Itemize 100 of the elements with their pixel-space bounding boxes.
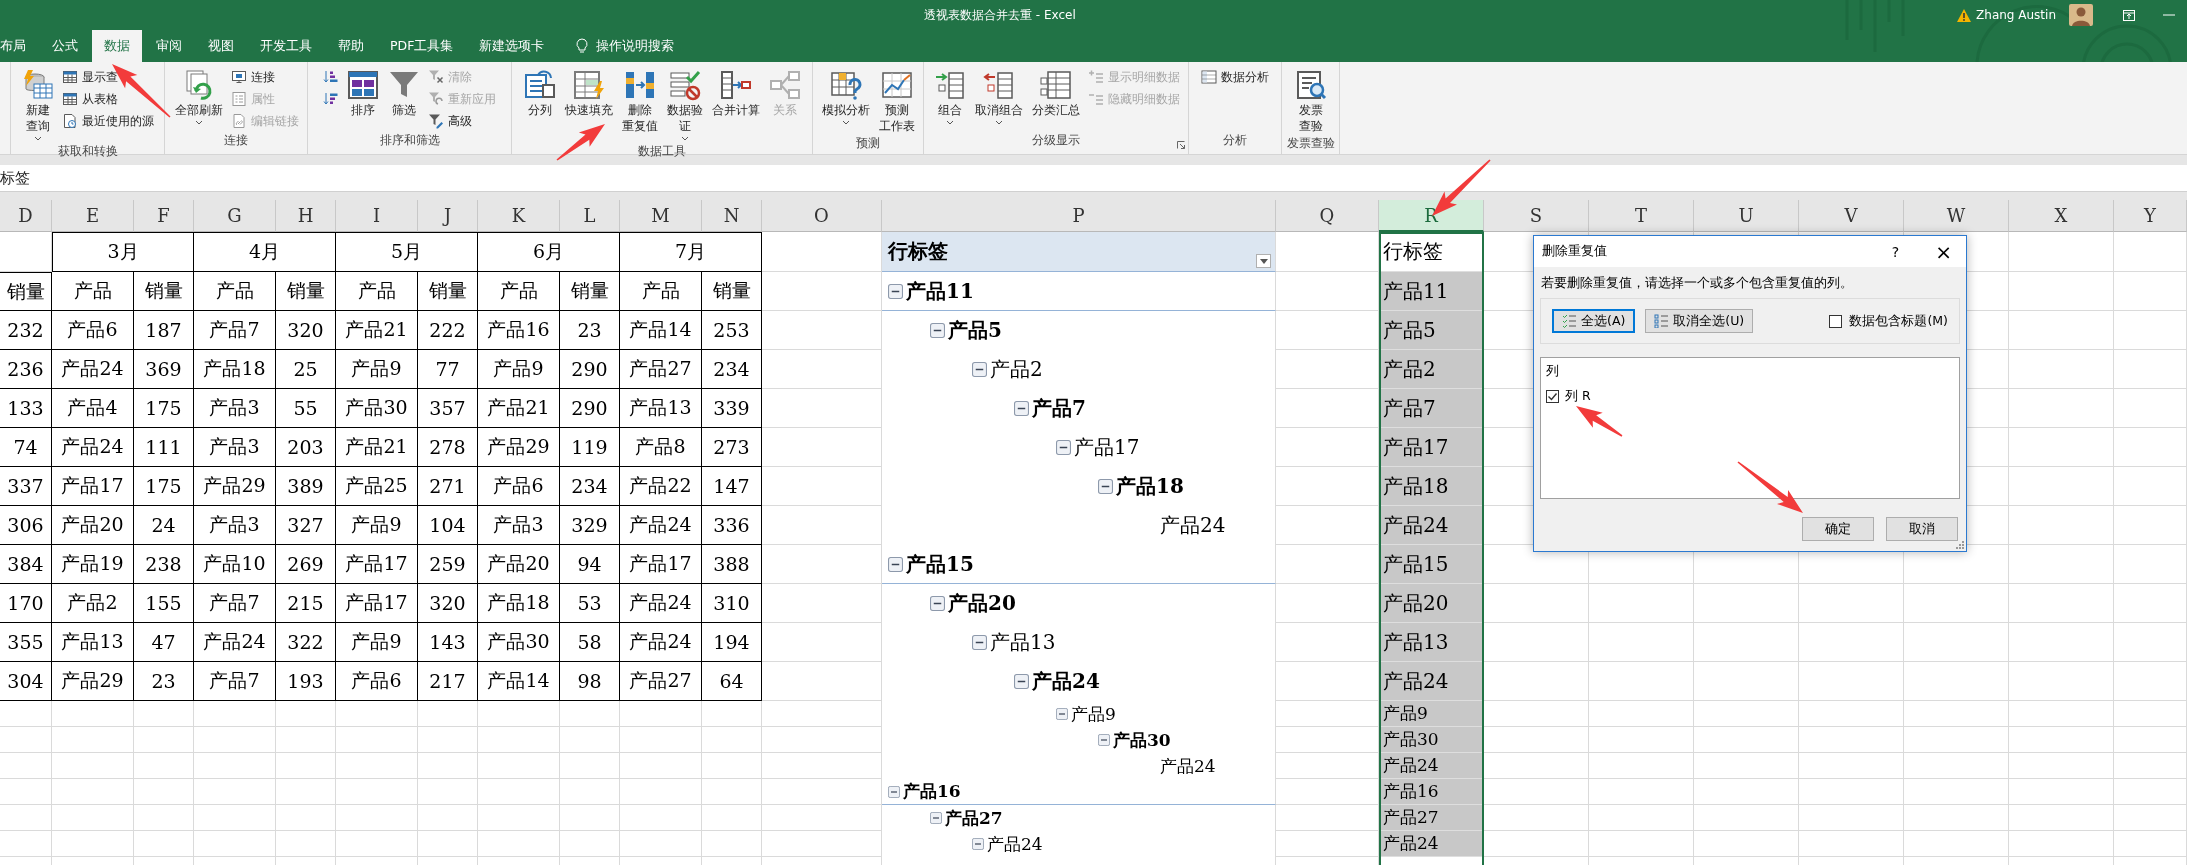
unselect-all-button[interactable]: 取消全选(U) [1645,309,1754,333]
row-label: 产品5 [948,317,1002,344]
column-header[interactable]: Q [1276,200,1379,232]
cancel-button[interactable]: 取消 [1886,517,1958,541]
collapse-icon[interactable] [1014,674,1029,689]
table-cell: 322 [276,623,336,662]
ribbon-button[interactable]: 发票 查验 [1291,67,1330,135]
filter-dropdown-button[interactable] [1256,254,1271,268]
row-label: 产品7 [1032,395,1086,422]
ribbon-tab[interactable]: 帮助 [326,30,376,62]
table-cell: 产品 [52,272,134,311]
ribbon-button[interactable]: 分列 [520,67,559,119]
column-header[interactable]: Y [2114,200,2187,232]
row-label: 产品17 [1074,434,1140,461]
column-header[interactable]: M [620,200,702,232]
column-header[interactable]: J [418,200,478,232]
ribbon-button[interactable]: 快速填充 [561,67,616,119]
column-header[interactable]: N [702,200,762,232]
ribbon-button[interactable]: 合并计算 [708,67,763,119]
dialog-launcher-icon[interactable] [1177,141,1185,149]
table-cell: 170 [0,584,52,623]
avatar-icon[interactable] [2069,4,2093,26]
ribbon-display-icon[interactable] [2123,9,2135,21]
column-header[interactable]: W [1904,200,2009,232]
ribbon-button[interactable]: 新建 查询 [19,67,57,143]
ribbon-tab[interactable]: 审阅 [144,30,194,62]
table-cell: 销量 [0,272,52,311]
collapse-icon[interactable] [1014,401,1029,416]
ribbon-button[interactable]: 分类汇总 [1028,67,1083,119]
column-header[interactable]: S [1484,200,1589,232]
ribbon-button[interactable]: 取消组合 [971,67,1026,127]
column-header[interactable]: L [560,200,620,232]
table-cell: 产品21 [336,311,418,350]
table-cell: 47 [134,623,194,662]
table-cell: 143 [418,623,478,662]
ribbon-button[interactable]: 高级 [426,112,498,130]
collapse-icon[interactable] [930,323,945,338]
column-header[interactable]: P [882,200,1276,232]
collapse-icon[interactable] [972,362,987,377]
table-cell: 320 [418,584,478,623]
column-header[interactable]: F [134,200,194,232]
collapse-icon[interactable] [972,635,987,650]
caret-icon [1259,258,1268,264]
checklist-icon [1562,314,1576,328]
column-header[interactable]: U [1694,200,1799,232]
ribbon-tab[interactable]: 数据 [92,30,142,62]
checkbox-label[interactable]: 数据包含标题(M) [1849,312,1948,330]
ribbon-button[interactable]: 模拟分析 [818,67,873,127]
checkbox-label[interactable]: 列 R [1565,388,1591,405]
ribbon-button[interactable]: 筛选 [385,67,423,119]
collapse-icon[interactable] [1098,479,1113,494]
row-label: 产品24 [1160,512,1226,539]
collapse-icon[interactable] [888,283,903,299]
column-header[interactable]: I [336,200,418,232]
ribbon-button[interactable]: 预测 工作表 [875,67,918,135]
ribbon-tab[interactable]: 公式 [40,30,90,62]
table-cell: 产品9 [336,350,418,389]
ribbon-tab[interactable]: 布局 [0,30,38,62]
column-header[interactable]: X [2009,200,2114,232]
ribbon-button[interactable]: 连接 [228,68,301,86]
column-header[interactable]: G [194,200,276,232]
ribbon-button[interactable]: 数据分析 [1199,68,1271,86]
collapse-icon[interactable] [1056,440,1071,455]
checkbox[interactable] [1546,390,1559,403]
tell-me-search[interactable]: 操作说明搜索 [572,30,679,62]
table-cell: 259 [418,545,478,584]
ribbon-button[interactable]: 最近使用的源 [60,112,156,130]
column-header[interactable]: D [0,200,52,232]
formula-text[interactable]: 标签 [0,168,30,188]
column-header[interactable]: T [1589,200,1694,232]
table-cell: 产品24 [1379,753,1484,779]
ribbon-tab[interactable]: 视图 [196,30,246,62]
ribbon-button[interactable]: 数据验 证 [663,67,706,143]
ok-button[interactable]: 确定 [1802,517,1874,541]
resize-grip-icon[interactable] [1956,541,1964,549]
table-cell: 25 [276,350,336,389]
select-all-button[interactable]: 全选(A) [1552,309,1636,333]
user-name[interactable]: Zhang Austin [1976,8,2056,22]
ribbon-tab[interactable]: 开发工具 [248,30,324,62]
ribbon-tab[interactable]: PDF工具集 [378,30,466,62]
collapse-icon[interactable] [888,556,903,572]
column-header[interactable]: E [52,200,134,232]
ribbon-button[interactable]: 删除 重复值 [618,67,661,135]
close-button[interactable]: × [1931,241,1956,262]
checkbox[interactable] [1829,314,1843,328]
ribbon-tab[interactable]: 新建选项卡 [467,30,557,62]
column-header[interactable]: H [276,200,336,232]
table-cell: 产品7 [194,584,276,623]
ribbon-button[interactable]: 排序 [344,67,382,119]
table-cell: 销量 [702,272,762,311]
collapse-icon[interactable] [930,596,945,611]
column-header[interactable]: O [762,200,882,232]
help-button[interactable]: ? [1887,243,1904,260]
column-header[interactable]: K [478,200,560,232]
table-cell: 53 [560,584,620,623]
ribbon-button[interactable]: 组合 [930,67,969,127]
column-header[interactable]: V [1799,200,1904,232]
table-cell: 384 [0,545,52,584]
ribbon-button[interactable]: 全部刷新 [171,67,226,127]
table-cell: 产品3 [194,389,276,428]
